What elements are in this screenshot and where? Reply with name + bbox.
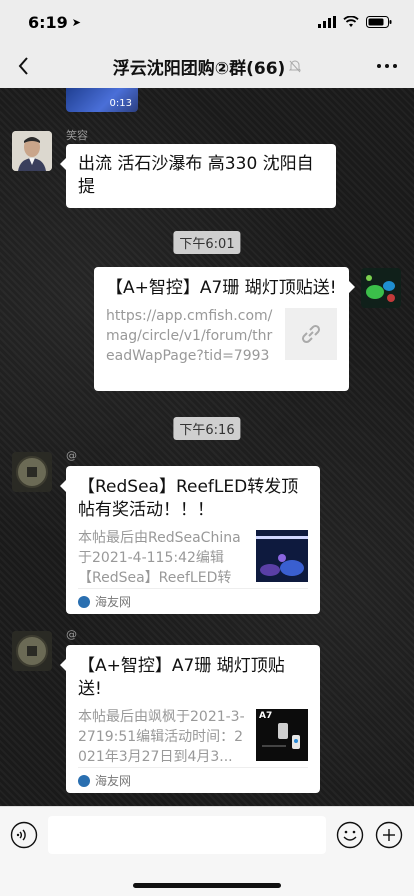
location-arrow-icon: ➤ <box>71 15 82 29</box>
chat-area[interactable]: 0:13 笑容 出流 活石沙瀑布 高330 沈阳自提 下午6:01 【A+智控】… <box>0 88 414 806</box>
avatar[interactable] <box>12 452 52 492</box>
timestamp: 下午6:01 <box>173 231 241 254</box>
sender-name: @ <box>66 449 77 462</box>
timestamp: 下午6:16 <box>173 417 241 440</box>
avatar[interactable] <box>12 131 52 171</box>
emoji-icon[interactable] <box>336 821 364 849</box>
product-thumbnail: A7 <box>256 709 308 761</box>
status-bar: 6:19 ➤ <box>0 0 414 44</box>
card-footer: 海友网 <box>78 767 308 793</box>
signal-icon <box>318 16 336 28</box>
card-description: 本帖最后由RedSeaChina于2021-4-115:42编辑【RedSea】… <box>78 530 241 586</box>
card-description: 本帖最后由飒枫于2021-3-2719:51编辑活动时间：2021年3月27日到… <box>78 709 245 765</box>
mute-bell-icon <box>289 60 302 72</box>
card-body: https://app.cmfish.com/mag/circle/v1/for… <box>94 300 349 366</box>
message-input[interactable] <box>48 816 326 854</box>
video-duration: 0:13 <box>109 98 132 109</box>
plus-icon[interactable] <box>375 821 403 849</box>
link-icon <box>301 324 321 344</box>
link-card-message[interactable]: 【RedSea】ReefLED转发顶帖有奖活动！！！ 本帖最后由RedSeaCh… <box>60 466 320 614</box>
card-body: 本帖最后由飒枫于2021-3-2719:51编辑活动时间：2021年3月27日到… <box>66 701 320 767</box>
back-icon[interactable] <box>12 53 38 79</box>
card-body: 本帖最后由RedSeaChina于2021-4-115:42编辑【RedSea】… <box>66 522 320 588</box>
source-icon <box>78 774 90 787</box>
aquarium-image <box>256 530 308 582</box>
my-avatar[interactable] <box>361 268 401 308</box>
home-indicator <box>133 883 281 888</box>
chat-title: 浮云沈阳团购②群(66) <box>113 54 302 79</box>
wifi-icon <box>343 16 359 27</box>
video-message[interactable]: 0:13 <box>66 88 138 112</box>
link-thumbnail <box>285 308 337 360</box>
battery-icon <box>366 16 392 28</box>
person-avatar-icon <box>12 131 52 171</box>
chat-title-text: 浮云沈阳团购②群(66) <box>112 58 286 79</box>
status-time: 6:19 <box>28 12 68 32</box>
card-title: 【RedSea】ReefLED转发顶帖有奖活动！！！ <box>78 477 299 520</box>
voice-icon[interactable] <box>10 821 38 849</box>
sender-name: 笑容 <box>66 129 88 142</box>
text-message[interactable]: 出流 活石沙瀑布 高330 沈阳自提 <box>60 144 336 208</box>
message-text: 出流 活石沙瀑布 高330 沈阳自提 <box>78 154 314 197</box>
coin-avatar-icon <box>12 452 52 492</box>
card-source: 海友网 <box>95 595 132 609</box>
source-icon <box>78 595 90 608</box>
status-indicators <box>318 16 392 28</box>
nav-bar: 浮云沈阳团购②群(66) <box>0 44 414 88</box>
thumbnail-label: A7 <box>259 711 273 721</box>
coral-avatar-icon <box>361 268 401 308</box>
input-bar <box>0 806 414 896</box>
coin-avatar-icon <box>12 631 52 671</box>
card-footer: 海友网 <box>78 588 308 614</box>
link-card-message[interactable]: 【A+智控】A7珊 瑚灯顶贴送! https://app.cmfish.com/… <box>94 267 355 391</box>
aquarium-thumbnail <box>256 530 308 582</box>
card-source: 海友网 <box>95 774 132 788</box>
link-card-message[interactable]: 【A+智控】A7珊 瑚灯顶贴送! 本帖最后由飒枫于2021-3-2719:51编… <box>60 645 320 793</box>
sender-name: @ <box>66 628 77 641</box>
card-description: https://app.cmfish.com/mag/circle/v1/for… <box>106 308 273 364</box>
card-title: 【A+智控】A7珊 瑚灯顶贴送! <box>106 278 337 298</box>
card-title: 【A+智控】A7珊 瑚灯顶贴送! <box>78 656 285 699</box>
more-icon[interactable] <box>374 53 400 79</box>
avatar[interactable] <box>12 631 52 671</box>
